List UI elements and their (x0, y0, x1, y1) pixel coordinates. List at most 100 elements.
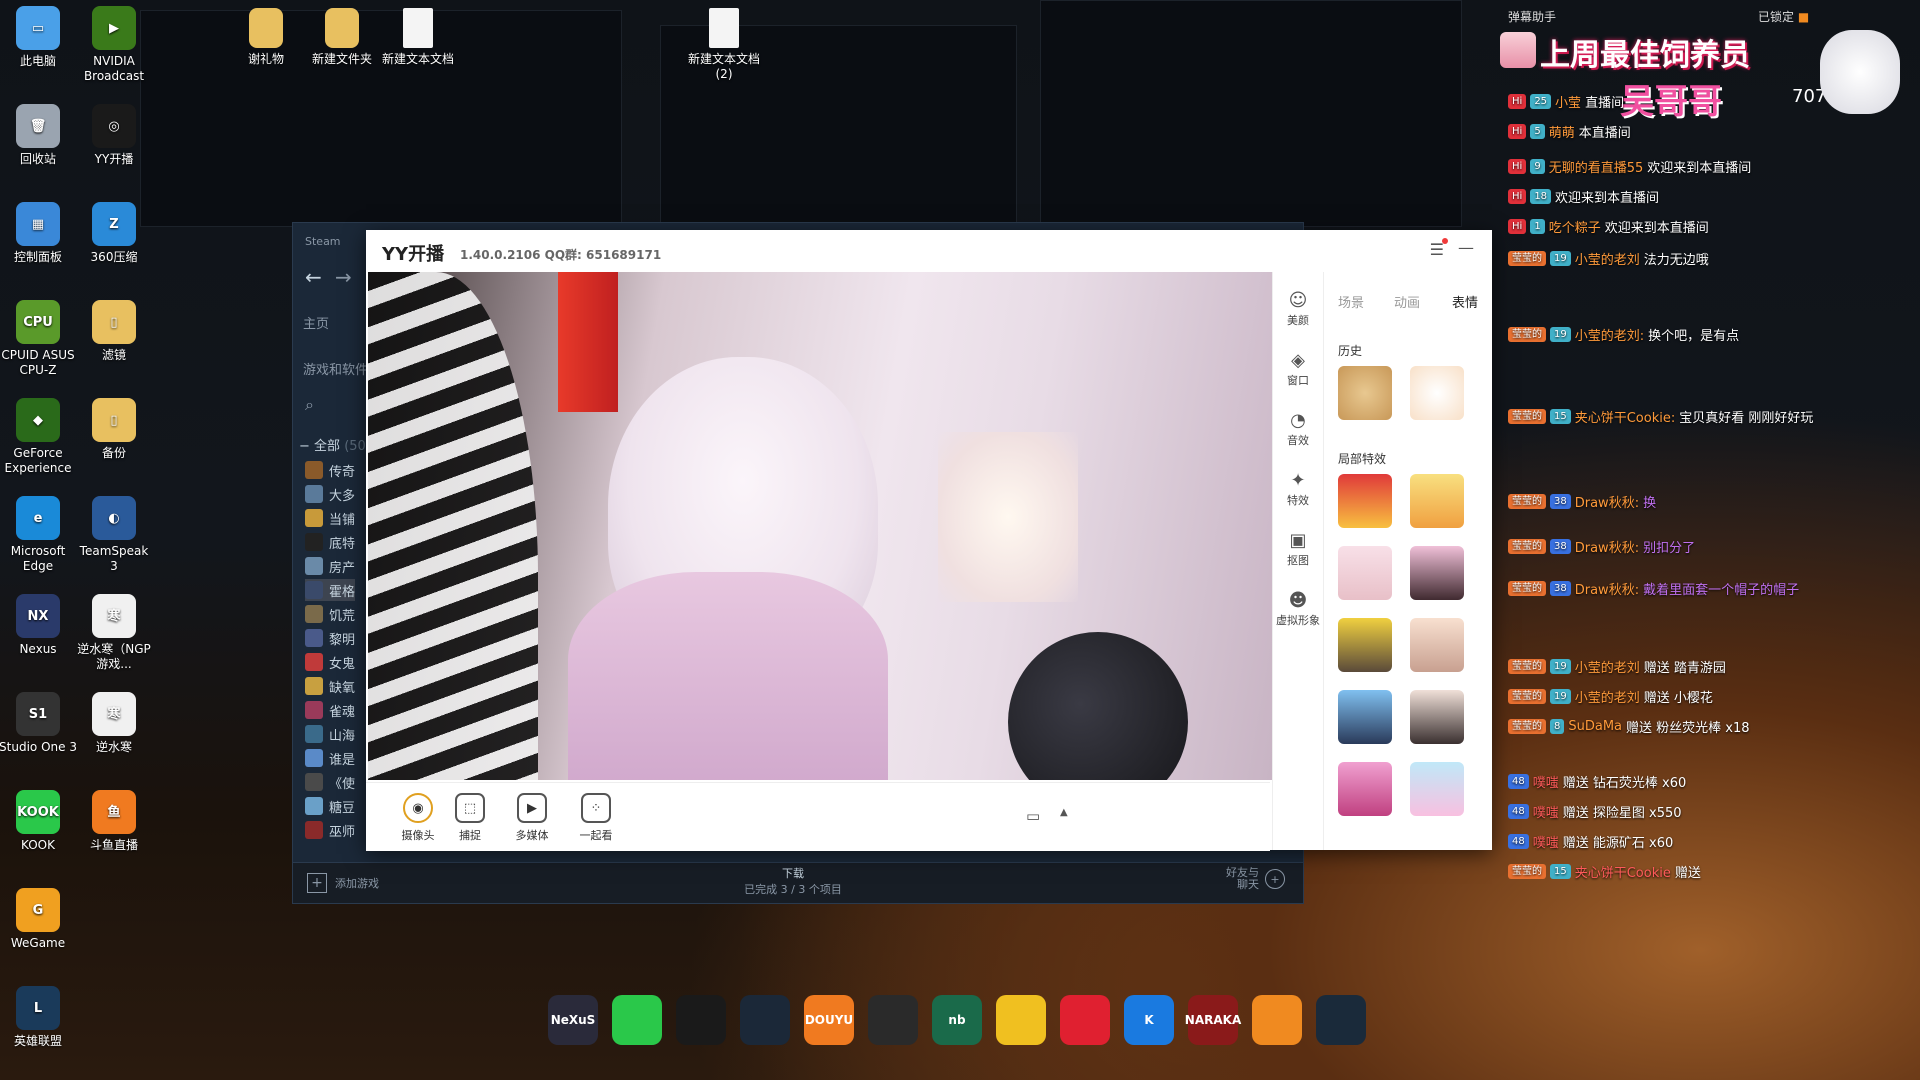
user-name: 小莹的老刘 (1574, 660, 1640, 676)
cat-app-icon[interactable] (996, 995, 1046, 1045)
effects-panel: 场景 动画 表情 历史 局部特效 (1324, 272, 1492, 850)
desktop-icon-teamspeak[interactable]: ◐ TeamSpeak 3 (74, 496, 154, 574)
steam-game-row[interactable]: 传奇 (305, 459, 355, 481)
desktop-icon-league[interactable]: L 英雄联盟 (0, 986, 78, 1049)
desktop-icon-text-doc-2[interactable]: 新建文本文档 (2) (682, 8, 766, 82)
steam-home-link[interactable]: 主页 (303, 313, 329, 332)
naraka-icon[interactable]: NARAKA (1185, 995, 1241, 1045)
desktop-icon-nvidia-broadcast[interactable]: ▶ NVIDIA Broadcast (74, 6, 154, 84)
camera-button[interactable]: ◉ 摄像头 (392, 793, 444, 843)
desktop-icon-folder-backup[interactable]: ▯ 备份 (74, 398, 154, 461)
desktop-icon-recycle-bin[interactable]: 🗑 回收站 (0, 104, 78, 167)
desktop-icon-nexus[interactable]: NX Nexus (0, 594, 78, 657)
desktop-icon-360zip[interactable]: Z 360压缩 (74, 202, 154, 265)
obs-stripe-icon[interactable] (868, 995, 918, 1045)
download-status[interactable]: 下载 已完成 3 / 3 个项目 (693, 865, 893, 897)
steam-game-row[interactable]: 房产 (305, 555, 355, 577)
desktop-icon-label: GeForce Experience (4, 446, 72, 475)
watch-together-button[interactable]: ⁘ 一起看 (570, 793, 622, 843)
cutout-tool[interactable]: ▣ 抠图 (1273, 530, 1323, 568)
effect-sticker-8[interactable] (1410, 690, 1464, 744)
capture-button[interactable]: ⬚ 捕捉 (444, 793, 496, 843)
effect-sticker-3[interactable] (1338, 546, 1392, 600)
steam-game-row[interactable]: 霍格 (305, 579, 355, 601)
nexus-dock-icon[interactable]: NeXuS (548, 995, 598, 1045)
steam-game-row[interactable]: 巫师 (305, 819, 355, 841)
orange-app-icon[interactable] (1252, 995, 1302, 1045)
steam-game-row[interactable]: 饥荒 (305, 603, 355, 625)
steam-game-row[interactable]: 缺氧 (305, 675, 355, 697)
friends-chat-button[interactable]: 好友与 聊天 + (1226, 867, 1285, 891)
steam-game-row[interactable]: 大多 (305, 483, 355, 505)
desktop-icon-geforce[interactable]: ◆ GeForce Experience (0, 398, 78, 476)
effect-sticker-5[interactable] (1338, 618, 1392, 672)
level-badge: 25 (1530, 93, 1552, 109)
desktop-icon-computer[interactable]: ▭ 此电脑 (0, 6, 78, 69)
level-badge: 9 (1530, 158, 1545, 174)
menu-icon[interactable]: ☰ (1430, 238, 1448, 259)
desktop-icon-text-doc[interactable]: 新建文本文档 (378, 8, 458, 67)
minimize-button[interactable]: — (1458, 238, 1474, 257)
desktop-icon-wegame[interactable]: G WeGame (0, 888, 78, 951)
steam-game-row[interactable]: 黎明 (305, 627, 355, 649)
douyu-dock-icon[interactable]: DOUYU (804, 995, 854, 1045)
effect-sticker-1[interactable] (1338, 474, 1392, 528)
desktop-icon-control-panel[interactable]: ▦ 控制面板 (0, 202, 78, 265)
multimedia-button[interactable]: ▶ 多媒体 (506, 793, 558, 843)
desktop-icon-folder-filter[interactable]: ▯ 滤镜 (74, 300, 154, 363)
desktop-icon-edge[interactable]: e Microsoft Edge (0, 496, 78, 574)
desktop-icon-studio-one[interactable]: S1 Studio One 3 (0, 692, 78, 755)
kugou-icon[interactable]: K (1124, 995, 1174, 1045)
effect-sticker-4[interactable] (1410, 546, 1464, 600)
effect-sticker-9[interactable] (1338, 762, 1392, 816)
netease-music-icon[interactable] (1060, 995, 1110, 1045)
steam-game-row[interactable]: 糖豆 (305, 795, 355, 817)
back-arrow-icon[interactable]: ← (305, 265, 322, 289)
steam-game-row[interactable]: 山海 (305, 723, 355, 745)
effect-sticker-2[interactable] (1410, 474, 1464, 528)
record-icon[interactable]: ▭ (1026, 807, 1040, 825)
desktop-icon-yy-live[interactable]: ◎ YY开播 (74, 104, 154, 167)
effect-sticker-10[interactable] (1410, 762, 1464, 816)
teal-ring-icon[interactable] (1316, 995, 1366, 1045)
window-layers-tool[interactable]: ◈ 窗口 (1273, 350, 1323, 388)
desktop-icon-folder-gift[interactable]: 谢礼物 (226, 8, 306, 67)
history-sticker-carrot[interactable] (1410, 366, 1464, 420)
effect-sticker-6[interactable] (1410, 618, 1464, 672)
steam-game-row[interactable]: 谁是 (305, 747, 355, 769)
fan-badge: 莹莹的 (1508, 326, 1546, 342)
add-game-button[interactable]: + 添加游戏 (307, 873, 379, 893)
nb-icon[interactable]: nb (932, 995, 982, 1045)
steam-all-games-header[interactable]: − 全部 (50 (299, 435, 366, 454)
wechat-icon[interactable] (612, 995, 662, 1045)
desktop-icon-douyu[interactable]: 鱼斗鱼直播 (74, 790, 154, 853)
desktop-icon-cpuz[interactable]: CPU CPUID ASUS CPU-Z (0, 300, 78, 378)
tab-scene[interactable]: 场景 (1338, 292, 1364, 311)
chevron-up-icon[interactable]: ▲ (1060, 807, 1068, 818)
tab-animation[interactable]: 动画 (1394, 292, 1420, 311)
desktop-icon-new-folder[interactable]: 新建文件夹 (302, 8, 382, 67)
desktop-icon-nishuihan[interactable]: 寒逆水寒 (74, 692, 154, 755)
avatar-tool[interactable]: ☻ 虚拟形象 (1273, 590, 1323, 628)
steam-game-row[interactable]: 《使 (305, 771, 355, 793)
kook-icon: KOOK (16, 790, 60, 834)
user-name: 小莹 (1555, 95, 1582, 111)
steam-game-row[interactable]: 底特 (305, 531, 355, 553)
effects-tool[interactable]: ✦ 特效 (1273, 470, 1323, 508)
steam-game-row[interactable]: 雀魂 (305, 699, 355, 721)
steam-game-row[interactable]: 当铺 (305, 507, 355, 529)
beauty-tool[interactable]: ☺ 美颜 (1273, 290, 1323, 328)
steam-library-section[interactable]: 游戏和软件 (303, 359, 368, 378)
steam-game-row[interactable]: 女鬼 (305, 651, 355, 673)
qq-icon[interactable] (676, 995, 726, 1045)
effect-sticker-7[interactable] (1338, 690, 1392, 744)
forward-arrow-icon[interactable]: → (335, 265, 352, 289)
lock-status[interactable]: 已锁定 ■ (1758, 8, 1809, 25)
steam-search-icon[interactable]: ⌕ (305, 395, 314, 415)
steam-icon[interactable] (740, 995, 790, 1045)
tab-expression[interactable]: 表情 (1452, 292, 1478, 311)
desktop-icon-nishuihan-ngp[interactable]: 寒逆水寒（NGP游戏... (74, 594, 154, 672)
sound-effect-tool[interactable]: ◔ 音效 (1273, 410, 1323, 448)
desktop-icon-kook[interactable]: KOOK KOOK (0, 790, 78, 853)
history-sticker-cat[interactable] (1338, 366, 1392, 420)
